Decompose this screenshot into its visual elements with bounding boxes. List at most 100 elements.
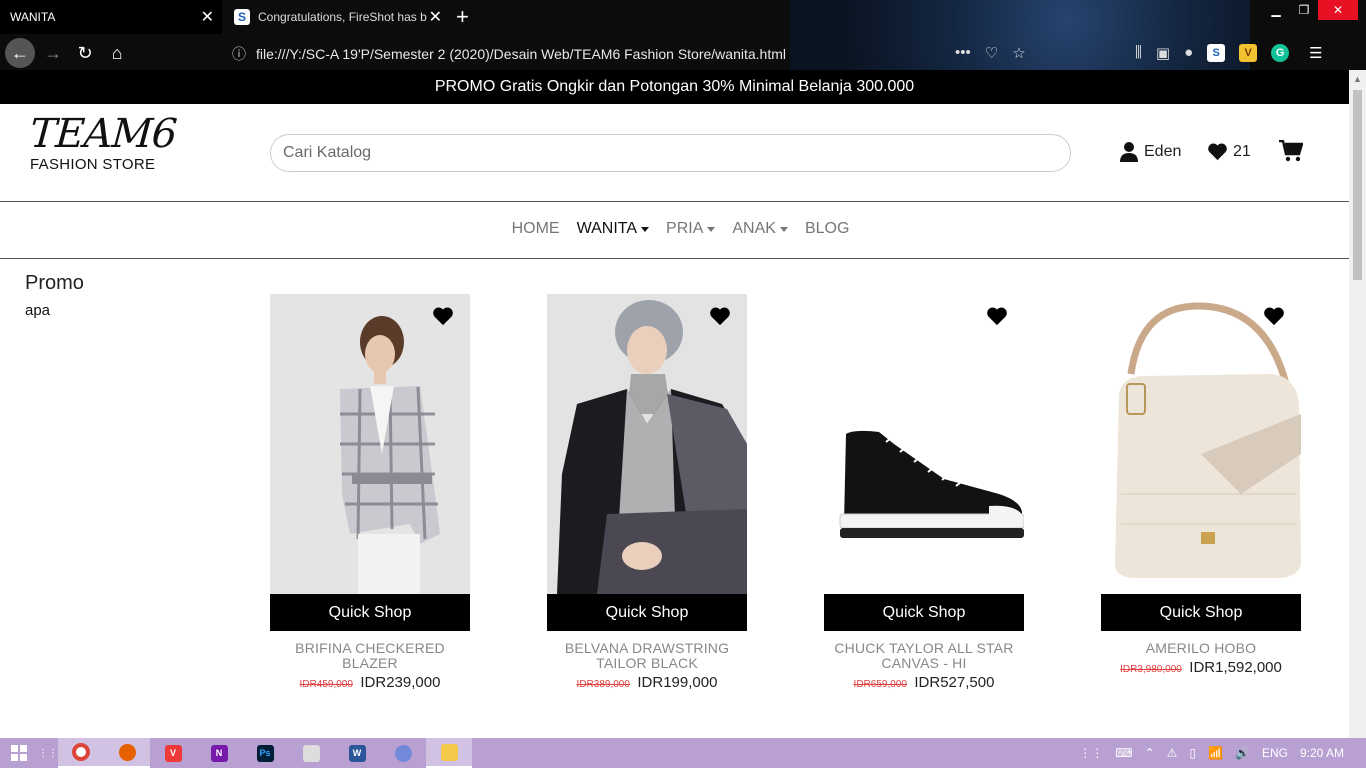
tray-grip-icon: ⋮⋮ [1079,746,1104,760]
close-tab-icon[interactable]: ✕ [429,7,442,27]
window-controls: ▁ ❐ ✕ [1262,0,1358,20]
nav-label: PRIA [666,220,704,237]
wishlist-heart-icon[interactable] [432,306,454,326]
nav-label: WANITA [576,220,638,237]
product-image-sneaker[interactable] [824,294,1024,594]
product-card: Quick Shop BELVANA DRAWSTRING TAILOR BLA… [547,294,747,692]
language-indicator[interactable]: ENG [1262,746,1288,760]
battery-icon[interactable]: ▯ [1189,746,1196,760]
page-info-icon[interactable]: ⓘ [232,44,246,64]
heart-icon [1208,143,1227,161]
main-nav: HOME WANITA PRIA ANAK BLOG [0,220,1349,238]
header-divider [0,201,1349,202]
library-icon[interactable]: ⫼ [1135,44,1142,62]
original-price: IDR459,000 [299,679,353,690]
photoshop-icon: Ps [256,744,274,762]
taskbar-firefox[interactable] [104,738,150,768]
clock[interactable]: 9:20 AM [1300,746,1344,760]
product-image-blazer[interactable] [270,294,470,594]
logo-subtitle: FASHION STORE [30,156,156,173]
nav-pria[interactable]: PRIA [666,220,716,238]
browser-tab-active[interactable]: WANITA ✕ [0,0,222,34]
taskbar-vivaldi[interactable]: V [150,738,196,768]
wishlist-link[interactable]: 21 [1207,142,1251,161]
taskbar-discord[interactable] [380,738,426,768]
cart-button[interactable] [1279,139,1304,167]
close-tab-icon[interactable]: ✕ [201,7,214,27]
discord-icon [394,744,412,762]
page-scrollbar[interactable]: ▲ [1349,70,1366,738]
quick-shop-button[interactable]: Quick Shop [824,594,1024,631]
vivaldi-icon: V [164,744,182,762]
quick-shop-button[interactable]: Quick Shop [270,594,470,631]
back-arrow-icon[interactable]: ← [5,38,35,68]
taskbar-printer[interactable] [288,738,334,768]
window-close-icon[interactable]: ✕ [1318,0,1358,20]
grammarly-extension-icon[interactable]: G [1271,44,1290,62]
site-logo[interactable]: TEAM6 FASHION STORE [28,111,177,173]
nav-anak[interactable]: ANAK [732,220,788,238]
fireshot-favicon-icon: S [234,9,250,25]
account-icon[interactable]: ● [1184,44,1193,62]
keyboard-icon[interactable]: ⌨ [1115,746,1132,760]
taskbar-onenote[interactable]: N [196,738,242,768]
pocket-icon[interactable]: ♡ [985,44,998,62]
tab-title: Congratulations, FireShot has b [258,10,427,24]
more-actions-icon[interactable]: ••• [955,44,971,62]
taskbar-word[interactable]: W [334,738,380,768]
chrome-icon [72,743,90,761]
new-tab-plus-icon[interactable]: + [456,4,469,30]
nav-wanita[interactable]: WANITA [576,220,650,238]
scrollbar-thumb[interactable] [1353,90,1362,280]
search-input[interactable] [270,134,1071,172]
nav-blog[interactable]: BLOG [805,220,849,238]
web-page: PROMO Gratis Ongkir dan Potongan 30% Min… [0,70,1349,738]
user-account-link[interactable]: Eden [1120,142,1181,162]
nav-home[interactable]: HOME [512,220,560,238]
product-price: IDR3,980,000 IDR1,592,000 [1101,659,1301,677]
restore-icon[interactable]: ❐ [1290,0,1318,20]
sale-price: IDR199,000 [637,674,718,691]
wishlist-count: 21 [1233,142,1251,160]
taskbar-file-explorer[interactable] [426,738,472,768]
product-image-tailor[interactable] [547,294,747,594]
windows-taskbar: ⋮⋮ V N Ps W ⋮⋮ ⌨ ⌃ ⚠ ▯ 📶 🔊 ENG 9:20 AM [0,738,1366,768]
browser-chrome: WANITA ✕ S Congratulations, FireShot has… [0,0,1366,70]
signal-icon[interactable]: 📶 [1208,746,1223,760]
product-price: IDR659,000 IDR527,500 [824,674,1024,692]
wishlist-heart-icon[interactable] [1263,306,1285,326]
forward-arrow-icon[interactable]: → [38,38,68,68]
home-icon[interactable]: ⌂ [102,38,132,68]
tab-title: WANITA [10,10,56,24]
fireshot-extension-icon[interactable]: S [1207,44,1226,62]
network-warning-icon[interactable]: ⚠ [1167,746,1178,760]
scroll-up-arrow-icon[interactable]: ▲ [1353,74,1362,84]
windows-start-icon[interactable] [0,738,38,768]
reload-icon[interactable]: ↻ [70,38,100,68]
wishlist-heart-icon[interactable] [709,306,731,326]
bookmark-star-icon[interactable]: ☆ [1012,44,1025,62]
quick-shop-button[interactable]: Quick Shop [1101,594,1301,631]
product-image-bag[interactable] [1101,294,1301,594]
taskbar-chrome[interactable] [58,738,104,768]
product-name[interactable]: BRIFINA CHECKERED BLAZER [270,641,470,671]
product-name[interactable]: CHUCK TAYLOR ALL STAR CANVAS - HI [824,641,1024,671]
original-price: IDR659,000 [853,679,907,690]
menu-hamburger-icon[interactable]: ☰ [1309,44,1322,62]
user-icon [1120,142,1138,162]
quick-shop-button[interactable]: Quick Shop [547,594,747,631]
product-name[interactable]: AMERILO HOBO [1101,641,1301,656]
sidebar-icon[interactable]: ▣ [1156,44,1170,62]
taskbar-photoshop[interactable]: Ps [242,738,288,768]
tray-expand-icon[interactable]: ⌃ [1145,746,1155,760]
product-name[interactable]: BELVANA DRAWSTRING TAILOR BLACK [547,641,747,671]
minimize-icon[interactable]: ▁ [1262,0,1290,20]
caret-down-icon [641,226,650,232]
sale-price: IDR527,500 [914,674,995,691]
volume-icon[interactable]: 🔊 [1235,746,1250,760]
wishlist-heart-icon[interactable] [986,306,1008,326]
address-bar[interactable]: file:///Y:/SC-A 19'P/Semester 2 (2020)/D… [256,46,786,62]
vimium-extension-icon[interactable]: V [1239,44,1258,62]
toolbar-extensions: ⫼ ▣ ● S V G ☰ [1135,44,1323,62]
browser-tab-inactive[interactable]: S Congratulations, FireShot has b ✕ [224,0,450,34]
